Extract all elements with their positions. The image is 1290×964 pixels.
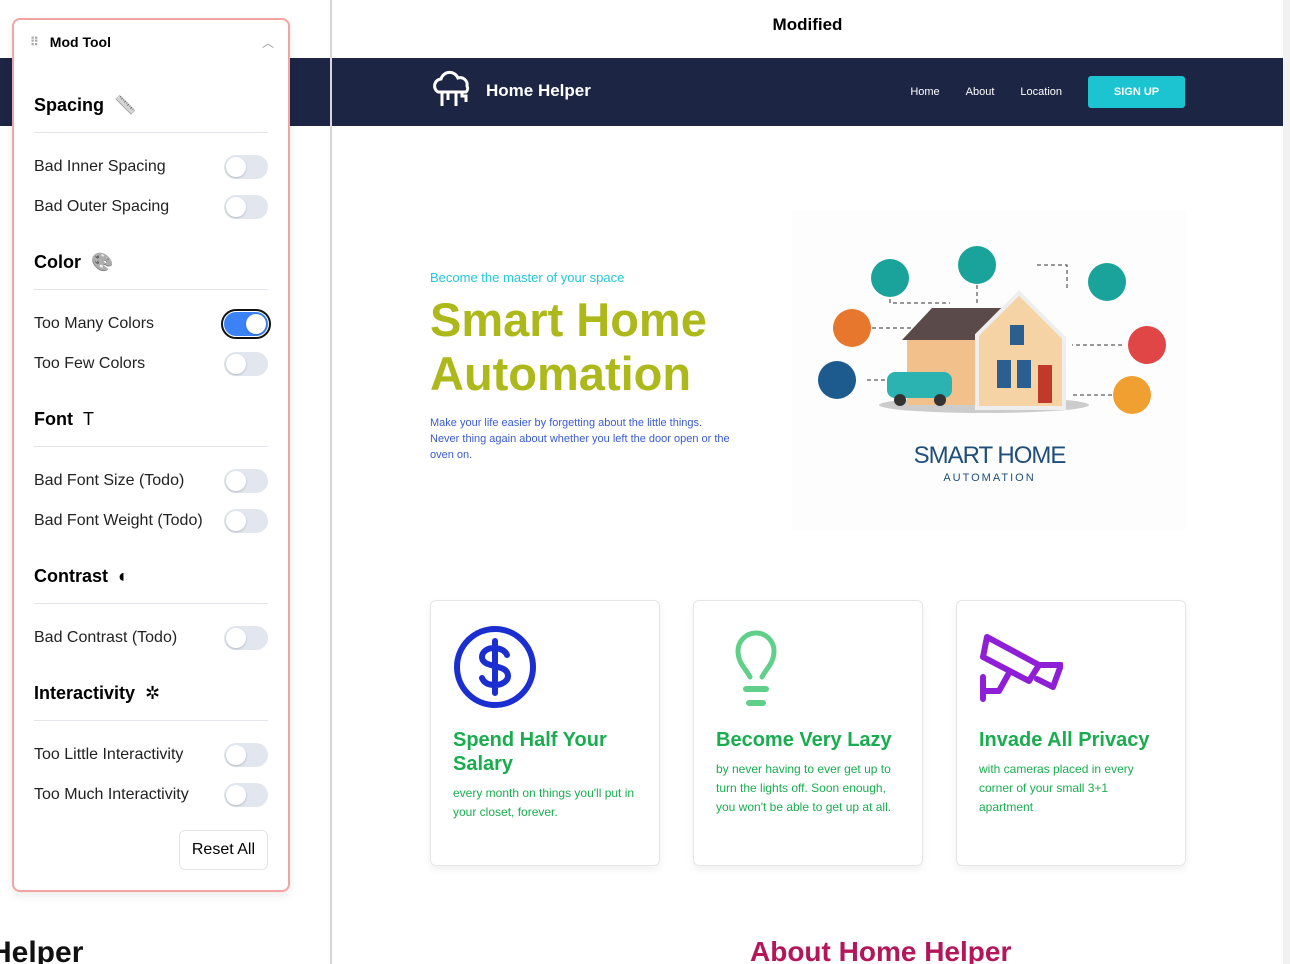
collapse-chevron-icon[interactable]: ︿ (262, 34, 274, 51)
section-title: Interactivity (34, 682, 136, 703)
hero: Become the master of your space Smart Ho… (430, 270, 730, 463)
text-icon: T (82, 408, 94, 429)
palette-icon: 🎨 (91, 251, 114, 272)
toggle-switch[interactable] (224, 469, 268, 493)
section-title: Contrast (34, 565, 109, 586)
light-bulb-icon (735, 630, 777, 706)
toggle-label: Too Few Colors (34, 355, 146, 372)
nav-home[interactable]: Home (910, 86, 939, 98)
section-title: Spacing (34, 94, 105, 115)
panel-title: Mod Tool (49, 34, 111, 50)
panel-header[interactable]: ⠿ Mod Tool (30, 34, 111, 50)
security-camera-icon (980, 634, 1064, 702)
toggle-switch[interactable] (224, 743, 268, 767)
mod-tool-panel: ⠿ Mod Tool ︿ Spacing 📏 Bad Inner Spacing Ba… (12, 18, 290, 892)
toggle-label: Bad Contrast (Todo) (34, 629, 178, 646)
toggle-switch[interactable] (224, 509, 268, 533)
ruler-icon: 📏 (114, 94, 137, 115)
toggle-row: Too Little Interactivity (34, 735, 268, 775)
section-interactivity: Interactivity ✲ Too Little Interactivity To… (34, 678, 268, 815)
toggle-label: Bad Outer Spacing (34, 198, 170, 215)
toggle-row: Bad Contrast (Todo) (34, 618, 268, 658)
toggle-row: Bad Outer Spacing (34, 187, 268, 227)
smart-home-illustration: SMART HOME AUTOMATION (792, 210, 1187, 530)
toggle-switch[interactable] (224, 783, 268, 807)
toggle-label: Bad Font Size (Todo) (34, 472, 185, 489)
feature-card: Spend Half Your Salary every month on th… (430, 600, 660, 866)
toggle-switch[interactable] (224, 626, 268, 650)
toggle-switch[interactable] (224, 155, 268, 179)
contrast-icon: ◐ (118, 565, 129, 586)
preview-title: Modified (772, 15, 843, 34)
preview-frame: Modified Home Helper Home About Location… (332, 0, 1283, 964)
toggle-switch[interactable] (224, 352, 268, 376)
toggle-row: Bad Font Weight (Todo) (34, 501, 268, 541)
toggle-row: Bad Inner Spacing (34, 147, 268, 187)
illustration-title: SMART HOME (913, 442, 1067, 469)
drag-handle-icon[interactable]: ⠿ (30, 35, 39, 49)
divider (34, 132, 268, 133)
toggle-label: Bad Inner Spacing (34, 158, 166, 175)
site-navbar: Home Helper Home About Location SIGN UP (332, 58, 1283, 126)
card-text: by never having to ever get up to turn t… (716, 762, 892, 814)
toggle-row: Too Much Interactivity (34, 775, 268, 815)
section-title: Font (34, 408, 73, 429)
card-text: with cameras placed in every corner of y… (979, 762, 1134, 814)
section-title: Color (34, 251, 81, 272)
dollar-circle-icon (454, 626, 536, 708)
about-heading: About Home Helper (750, 936, 1012, 964)
toggle-switch[interactable] (224, 195, 268, 219)
divider (34, 720, 268, 721)
hero-title: Smart Home Automation (430, 293, 707, 400)
toggle-row: Bad Font Size (Todo) (34, 461, 268, 501)
toggle-row: Too Few Colors (34, 344, 268, 384)
card-title: Invade All Privacy (979, 729, 1150, 751)
section-spacing: Spacing 📏 Bad Inner Spacing Bad Outer Spaci… (34, 90, 268, 227)
brand-name: Home Helper (486, 81, 591, 100)
brand-link[interactable]: Home Helper (430, 70, 591, 112)
divider (34, 446, 268, 447)
cloud-circuit-icon (433, 70, 470, 106)
divider (34, 289, 268, 290)
feature-card: Invade All Privacy with cameras placed i… (956, 600, 1186, 866)
section-font: Font T Bad Font Size (Todo) Bad Font Weight… (34, 404, 268, 541)
toggle-label: Too Many Colors (34, 315, 155, 332)
card-title: Spend Half Your Salary (453, 729, 607, 775)
toggle-label: Too Much Interactivity (34, 786, 189, 803)
scrollbar[interactable] (1283, 0, 1290, 964)
background-heading: Helper (0, 936, 84, 964)
illustration-subtitle: AUTOMATION (943, 472, 1036, 484)
pointer-click-icon: ✲ (145, 682, 161, 703)
reset-all-button[interactable]: Reset All (178, 830, 268, 870)
card-title: Become Very Lazy (716, 729, 892, 751)
feature-card: Become Very Lazy by never having to ever… (693, 600, 923, 866)
card-text: every month on things you'll put in your… (453, 786, 635, 819)
hero-eyebrow: Become the master of your space (430, 270, 625, 285)
nav-about[interactable]: About (966, 86, 995, 98)
toggle-label: Too Little Interactivity (34, 746, 184, 763)
sign-up-button[interactable]: SIGN UP (1088, 76, 1185, 108)
divider (34, 603, 268, 604)
toggle-label: Bad Font Weight (Todo) (34, 512, 203, 529)
section-color: Color 🎨 Too Many Colors Too Few Colors (34, 247, 271, 384)
hero-lead: Make your life easier by forgetting abou… (430, 417, 730, 461)
nav-location[interactable]: Location (1020, 86, 1062, 98)
section-contrast: Contrast ◐ Bad Contrast (Todo) (34, 561, 268, 658)
toggle-row: Too Many Colors (34, 304, 271, 344)
toggle-switch[interactable] (221, 309, 271, 339)
